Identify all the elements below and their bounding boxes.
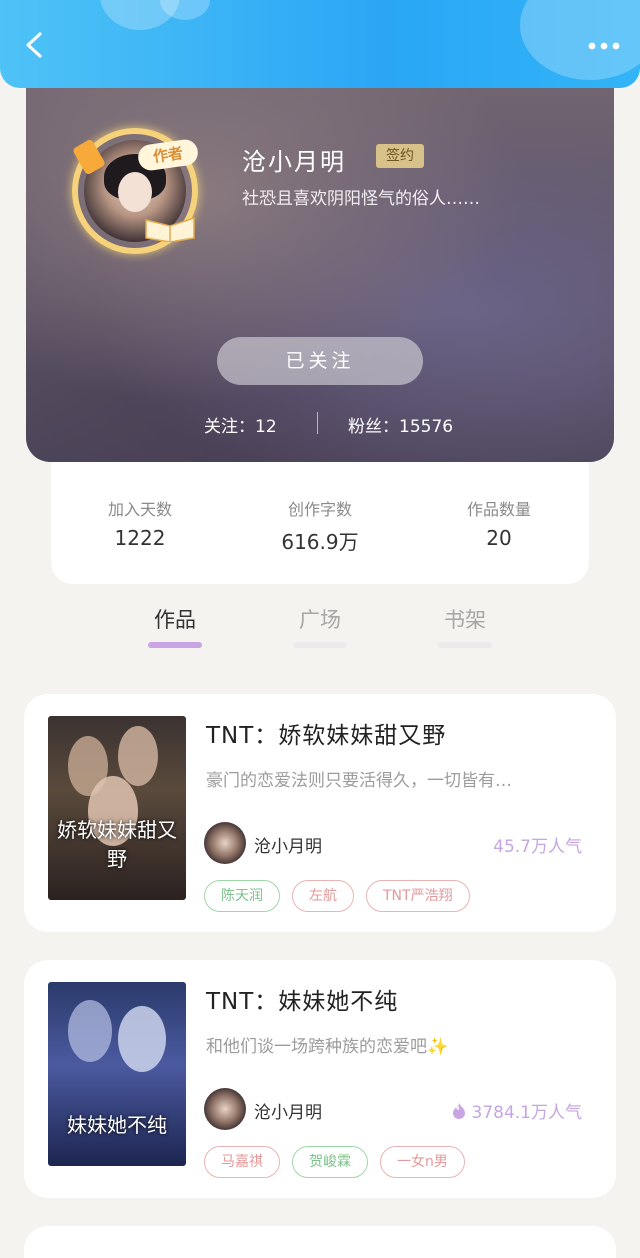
more-options-icon[interactable] <box>586 40 622 52</box>
stat-word-count: 创作字数 616.9万 <box>250 496 390 555</box>
divider <box>317 412 318 434</box>
book-icon <box>145 216 195 242</box>
signed-badge: 签约 <box>376 144 424 168</box>
book-card[interactable] <box>24 1226 616 1258</box>
author-name: 沧小月明 <box>242 148 346 176</box>
fans-count[interactable]: 粉丝：15576 <box>348 412 453 437</box>
book-author: 沧小月明 <box>254 1103 322 1123</box>
book-title[interactable]: TNT：娇软妹妹甜又野 <box>206 716 446 750</box>
back-arrow-icon[interactable] <box>22 32 48 58</box>
tag[interactable]: 陈天润 <box>204 880 280 912</box>
author-avatar-small <box>204 822 246 864</box>
tab-square[interactable]: 广场 <box>290 604 350 634</box>
book-description: 豪门的恋爱法则只要活得久，一切皆有… <box>206 771 512 791</box>
stat-value: 1222 <box>114 526 166 550</box>
stat-value: 20 <box>486 526 512 550</box>
stat-label: 作品数量 <box>466 500 531 519</box>
stat-label: 创作字数 <box>287 500 352 519</box>
stat-label: 加入天数 <box>107 500 172 519</box>
cover-title: 娇软妹妹甜又野 <box>57 818 177 871</box>
popularity-count: 3784.1万人气 <box>452 1098 582 1123</box>
decor-bubble <box>520 0 640 80</box>
popularity-text: 3784.1万人气 <box>471 1103 582 1123</box>
book-author: 沧小月明 <box>254 837 322 857</box>
following-count[interactable]: 关注：12 <box>204 412 277 437</box>
tab-bookshelf[interactable]: 书架 <box>435 604 495 634</box>
top-bar <box>0 0 640 88</box>
tag-list: 陈天润 左航 TNT严浩翔 <box>204 880 470 912</box>
tag[interactable]: 马嘉祺 <box>204 1146 280 1178</box>
tab-works[interactable]: 作品 <box>145 604 205 634</box>
tag[interactable]: TNT严浩翔 <box>366 880 470 912</box>
tab-indicator <box>148 642 202 648</box>
stats-card: 加入天数 1222 创作字数 616.9万 作品数量 20 <box>51 462 589 584</box>
flame-icon <box>452 1103 465 1119</box>
author-bio: 社恐且喜欢阴阳怪气的俗人…… <box>242 189 480 209</box>
tag-list: 马嘉祺 贺峻霖 一女n男 <box>204 1146 465 1178</box>
tag[interactable]: 左航 <box>292 880 354 912</box>
profile-header: 作者 沧小月明 签约 社恐且喜欢阴阳怪气的俗人…… 已关注 关注：12 粉丝：1… <box>26 80 614 462</box>
author-avatar-small <box>204 1088 246 1130</box>
tab-indicator <box>293 642 347 648</box>
stat-works-count: 作品数量 20 <box>429 496 569 550</box>
book-description: 和他们谈一场跨种族的恋爱吧✨ <box>206 1037 449 1057</box>
stat-value: 616.9万 <box>281 530 359 554</box>
popularity-text: 45.7万人气 <box>493 837 582 857</box>
book-card[interactable]: 妹妹她不纯 TNT：妹妹她不纯 和他们谈一场跨种族的恋爱吧✨ 沧小月明 3784… <box>24 960 616 1198</box>
cover-title: 妹妹她不纯 <box>67 1113 167 1137</box>
tab-indicator <box>438 642 492 648</box>
book-cover[interactable]: 娇软妹妹甜又野 <box>48 716 186 900</box>
tab-bar: 作品 广场 书架 <box>0 584 640 666</box>
tag[interactable]: 一女n男 <box>380 1146 465 1178</box>
popularity-count: 45.7万人气 <box>493 832 582 857</box>
follow-button[interactable]: 已关注 <box>217 337 423 385</box>
stat-join-days: 加入天数 1222 <box>70 496 210 550</box>
book-cover[interactable]: 妹妹她不纯 <box>48 982 186 1166</box>
book-title[interactable]: TNT：妹妹她不纯 <box>206 982 398 1016</box>
book-card[interactable]: 娇软妹妹甜又野 TNT：娇软妹妹甜又野 豪门的恋爱法则只要活得久，一切皆有… 沧… <box>24 694 616 932</box>
tag[interactable]: 贺峻霖 <box>292 1146 368 1178</box>
